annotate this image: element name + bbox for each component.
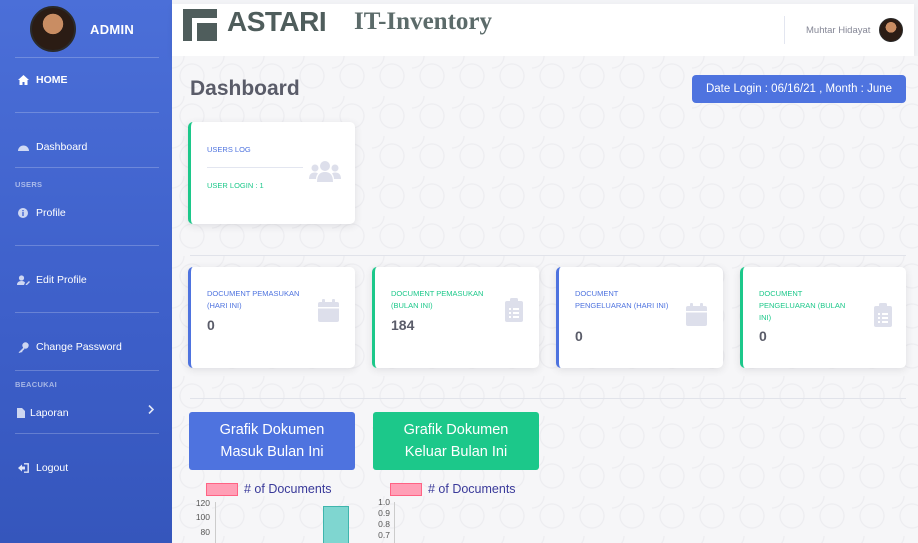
divider	[15, 112, 159, 113]
info-circle-icon	[16, 208, 30, 218]
calendar-icon	[318, 299, 339, 327]
button-line: Grafik Dokumen	[219, 422, 325, 438]
sidebar-item-label: Dashboard	[36, 141, 88, 153]
button-line: Keluar Bulan Ini	[404, 444, 508, 460]
grafik-masuk-button[interactable]: Grafik Dokumen Masuk Bulan Ini	[189, 412, 355, 470]
sidebar-item-label: Profile	[36, 207, 66, 219]
sidebar: ADMIN HOME Dashboard USERS Profile Edit …	[0, 0, 172, 543]
home-icon	[16, 75, 30, 85]
file-icon	[16, 408, 26, 418]
y-tick-label: 0.9	[378, 508, 390, 518]
calendar-icon	[686, 303, 707, 331]
button-line: Grafik Dokumen	[403, 422, 509, 438]
y-tick-label: 0.7	[378, 530, 390, 540]
key-icon	[16, 341, 30, 353]
stat-card-pemasukan-bulan: DOCUMENT PEMASUKAN (BULAN INI) 184	[372, 267, 539, 368]
sign-out-icon	[16, 463, 30, 473]
logo-text: ASTARI	[227, 6, 327, 37]
legend-swatch	[206, 482, 238, 496]
clipboard-list-icon	[505, 298, 523, 327]
topbar-divider	[784, 16, 785, 44]
sidebar-item-dashboard[interactable]: Dashboard	[16, 141, 87, 153]
stat-value: 0	[207, 317, 215, 333]
users-icon	[309, 160, 341, 187]
divider	[15, 57, 159, 58]
divider	[15, 370, 159, 371]
logo-subtitle: IT-Inventory	[354, 8, 492, 35]
y-tick-label: 80	[200, 527, 210, 537]
sidebar-item-edit-profile[interactable]: Edit Profile	[16, 274, 87, 286]
sidebar-item-logout[interactable]: Logout	[16, 462, 68, 474]
y-tick-label: 100	[195, 512, 210, 522]
section-label-users: USERS	[15, 180, 43, 189]
section-divider	[190, 255, 906, 256]
admin-avatar	[30, 6, 76, 52]
sidebar-item-change-password[interactable]: Change Password	[16, 341, 122, 353]
divider	[15, 245, 159, 246]
y-axis	[215, 502, 216, 543]
chart-legend-keluar[interactable]: # of Documents	[390, 482, 516, 496]
y-axis	[394, 502, 395, 543]
user-edit-icon	[16, 275, 30, 285]
stat-card-pemasukan-hari: DOCUMENT PEMASUKAN (HARI INI) 0	[188, 267, 355, 368]
sidebar-item-label: HOME	[36, 74, 68, 86]
stat-card-pengeluaran-bulan: DOCUMENT PENGELUARAN (BULAN INI) 0	[740, 267, 906, 368]
section-divider	[190, 398, 906, 399]
main-content: Dashboard Date Login : 06/16/21 , Month …	[172, 56, 918, 543]
sidebar-item-label: Logout	[36, 462, 69, 474]
sidebar-item-label: Edit Profile	[36, 274, 87, 286]
stat-value: 0	[575, 328, 583, 344]
y-tick-label: 1.0	[378, 497, 390, 507]
sidebar-brand[interactable]: ADMIN	[0, 0, 172, 58]
stat-title: DOCUMENT PEMASUKAN (HARI INI)	[207, 289, 300, 310]
section-label-beacukai: BEACUKAI	[15, 380, 57, 389]
topbar: ASTARI IT-Inventory Muhtar Hidayat	[172, 4, 914, 56]
stat-card-pengeluaran-hari: DOCUMENT PENGELUARAN (HARI INI) 0	[556, 267, 723, 368]
stat-value: 0	[759, 328, 767, 344]
grafik-keluar-button[interactable]: Grafik Dokumen Keluar Bulan Ini	[373, 412, 539, 470]
stat-title: DOCUMENT PEMASUKAN (BULAN INI)	[391, 289, 484, 310]
chart-bar	[323, 505, 349, 543]
brand-name: ADMIN	[90, 22, 135, 37]
legend-label: # of Documents	[244, 482, 332, 496]
users-log-title: USERS LOG	[207, 145, 251, 154]
stat-title: DOCUMENT PENGELUARAN (BULAN INI)	[759, 289, 846, 322]
user-avatar[interactable]	[879, 18, 903, 42]
clipboard-list-icon	[874, 303, 892, 332]
y-tick-label: 120	[195, 498, 210, 508]
divider	[15, 167, 159, 168]
chevron-right-icon[interactable]	[148, 404, 155, 417]
stat-title: DOCUMENT PENGELUARAN (HARI INI)	[575, 289, 669, 310]
user-name[interactable]: Muhtar Hidayat	[806, 25, 870, 36]
chart-legend-masuk[interactable]: # of Documents	[206, 482, 332, 496]
date-login-button[interactable]: Date Login : 06/16/21 , Month : June	[692, 75, 906, 103]
legend-swatch	[390, 482, 422, 496]
divider	[15, 312, 159, 313]
page-title: Dashboard	[190, 77, 300, 100]
user-login-count: USER LOGIN : 1	[207, 181, 264, 190]
divider	[207, 167, 303, 168]
sidebar-item-label: Laporan	[30, 407, 69, 419]
astari-logo-icon	[183, 9, 217, 41]
divider	[15, 433, 159, 434]
sidebar-item-profile[interactable]: Profile	[16, 207, 66, 219]
tachometer-icon	[16, 143, 30, 152]
stat-value: 184	[391, 317, 415, 333]
sidebar-item-home[interactable]: HOME	[16, 74, 68, 86]
sidebar-item-laporan[interactable]: Laporan	[16, 407, 69, 419]
sidebar-item-label: Change Password	[36, 341, 122, 353]
users-log-card: USERS LOG USER LOGIN : 1	[188, 122, 355, 224]
legend-label: # of Documents	[428, 482, 516, 496]
y-tick-label: 0.8	[378, 519, 390, 529]
button-line: Masuk Bulan Ini	[220, 444, 324, 460]
